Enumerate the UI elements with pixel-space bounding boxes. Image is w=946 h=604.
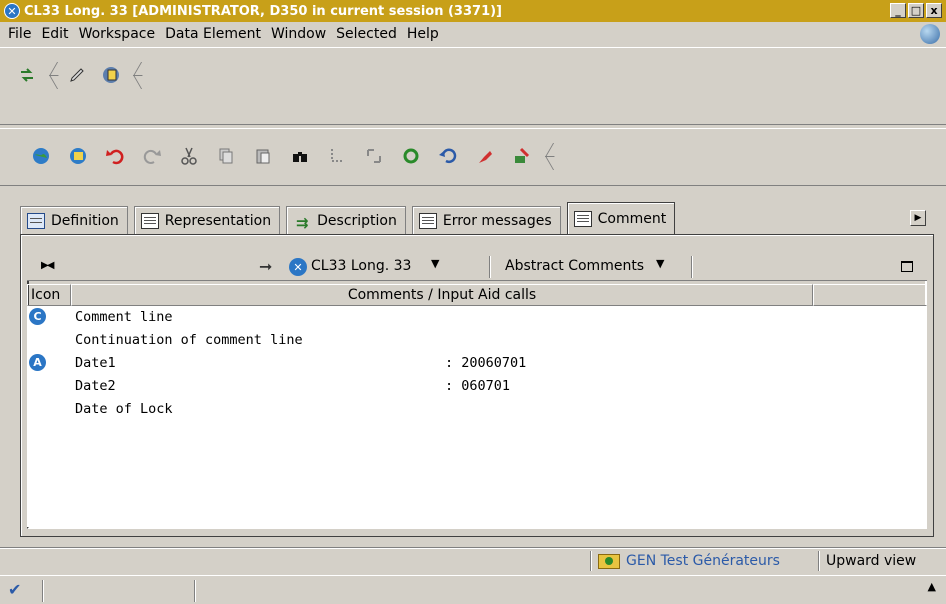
tab-error-messages[interactable]: Error messages [411, 206, 561, 234]
form-icon [418, 212, 437, 229]
row-text: Date1 [75, 355, 116, 371]
comment-panel: ▶◀ ➞ ✕ CL33 Long. 33 ▼ Abstract Comments… [20, 234, 934, 537]
find-icon[interactable] [281, 142, 318, 170]
list-item[interactable]: Continuation of comment line [27, 329, 927, 352]
globe-icon[interactable] [22, 142, 59, 170]
title-bar: ✕ CL33 Long. 33 [ADMINISTRATOR, D350 in … [0, 0, 946, 22]
bottom-bar: ✔ ▲ [0, 575, 946, 604]
list-item[interactable]: Date2 : 060701 [27, 375, 927, 398]
menu-bar: File Edit Workspace Data Element Window … [0, 22, 946, 46]
toolbar-separator [48, 60, 56, 90]
select-icon[interactable] [318, 142, 355, 170]
maximize-button[interactable]: □ [908, 3, 924, 18]
form-icon [140, 212, 159, 229]
minimize-button[interactable]: _ [890, 3, 906, 18]
expand-icon[interactable] [355, 142, 392, 170]
tab-label: Error messages [442, 212, 552, 229]
caret-up-icon[interactable]: ▲ [928, 580, 936, 593]
app-icon: ✕ [4, 3, 20, 19]
check-icon: ✔ [8, 580, 22, 599]
row-value: : 060701 [445, 378, 511, 394]
collapse-icon[interactable]: ▶◀ [41, 260, 54, 271]
object-selector[interactable]: CL33 Long. 33 [311, 258, 411, 274]
comments-list: C Comment line Continuation of comment l… [27, 306, 927, 527]
menu-file[interactable]: File [4, 26, 37, 42]
menu-selected[interactable]: Selected [332, 26, 403, 42]
toolbar-separator [132, 60, 140, 90]
menu-data-element[interactable]: Data Element [161, 26, 267, 42]
menu-workspace[interactable]: Workspace [75, 26, 162, 42]
column-header: Icon Comments / Input Aid calls [27, 284, 927, 306]
globe-icon [920, 24, 940, 44]
status-bar: GEN Test Générateurs Upward view [0, 547, 946, 573]
tab-label: Description [317, 212, 397, 229]
undo-icon[interactable] [96, 142, 133, 170]
folder-icon [598, 553, 620, 569]
window-title: CL33 Long. 33 [ADMINISTRATOR, D350 in cu… [24, 3, 502, 19]
swap-icon[interactable] [10, 61, 44, 89]
tab-label: Definition [51, 212, 119, 229]
menu-help[interactable]: Help [403, 26, 445, 42]
tools-icon[interactable] [503, 142, 540, 170]
arrow-right-icon: ➞ [259, 257, 273, 276]
tab-description[interactable]: ⇉ Description [286, 206, 406, 234]
tab-definition[interactable]: Definition [20, 206, 128, 234]
refresh-icon[interactable] [392, 142, 429, 170]
chevron-down-icon[interactable]: ▼ [656, 257, 664, 270]
toolbar-primary [0, 47, 946, 125]
tab-comment[interactable]: Comment [566, 202, 676, 234]
pen-icon[interactable] [60, 61, 94, 89]
form-icon [573, 210, 592, 227]
generator-status[interactable]: GEN Test Générateurs [598, 550, 780, 572]
list-icon[interactable] [59, 142, 96, 170]
divider [691, 256, 692, 278]
tab-label: Representation [164, 212, 272, 229]
maximize-panel-icon[interactable] [901, 261, 913, 272]
tab-scroll-right-icon[interactable]: ▶ [910, 210, 926, 226]
paste-icon[interactable] [244, 142, 281, 170]
row-text: Date of Lock [75, 401, 173, 417]
object-icon: ✕ [289, 258, 307, 276]
list-item[interactable]: C Comment line [27, 306, 927, 329]
divider [818, 551, 819, 571]
row-text: Date2 [75, 378, 116, 394]
copy-icon[interactable] [207, 142, 244, 170]
panel-header: ▶◀ ➞ ✕ CL33 Long. 33 ▼ Abstract Comments… [27, 253, 927, 281]
back-icon[interactable] [429, 142, 466, 170]
input-aid-badge-icon: A [29, 354, 46, 371]
divider [42, 580, 43, 602]
divider [590, 551, 591, 571]
menu-window[interactable]: Window [267, 26, 332, 42]
column-filler [813, 284, 927, 306]
generator-label: GEN Test Générateurs [626, 553, 780, 569]
view-status[interactable]: Upward view [826, 550, 916, 572]
edit-icon [27, 212, 45, 229]
view-selector[interactable]: Abstract Comments [505, 258, 644, 274]
tab-representation[interactable]: Representation [133, 206, 281, 234]
list-item[interactable]: Date of Lock [27, 398, 927, 421]
comment-badge-icon: C [29, 308, 46, 325]
tab-strip: Definition Representation ⇉ Description … [20, 202, 681, 234]
row-text: Comment line [75, 309, 173, 325]
divider [489, 256, 490, 278]
column-icon-header[interactable]: Icon [27, 284, 71, 306]
cut-icon[interactable] [170, 142, 207, 170]
row-text: Continuation of comment line [75, 332, 303, 348]
divider [194, 580, 195, 602]
toolbar-secondary [0, 128, 946, 186]
info-book-icon[interactable] [94, 61, 128, 89]
description-icon: ⇉ [295, 213, 309, 232]
redo-icon[interactable] [133, 142, 170, 170]
toolbar-separator [544, 141, 552, 171]
tab-label: Comment [597, 210, 667, 227]
column-comments-header[interactable]: Comments / Input Aid calls [71, 284, 813, 306]
close-button[interactable]: x [926, 3, 942, 18]
menu-edit[interactable]: Edit [37, 26, 74, 42]
chevron-down-icon[interactable]: ▼ [431, 257, 439, 270]
list-item[interactable]: A Date1 : 20060701 [27, 352, 927, 375]
row-value: : 20060701 [445, 355, 527, 371]
pin-icon[interactable] [466, 142, 503, 170]
